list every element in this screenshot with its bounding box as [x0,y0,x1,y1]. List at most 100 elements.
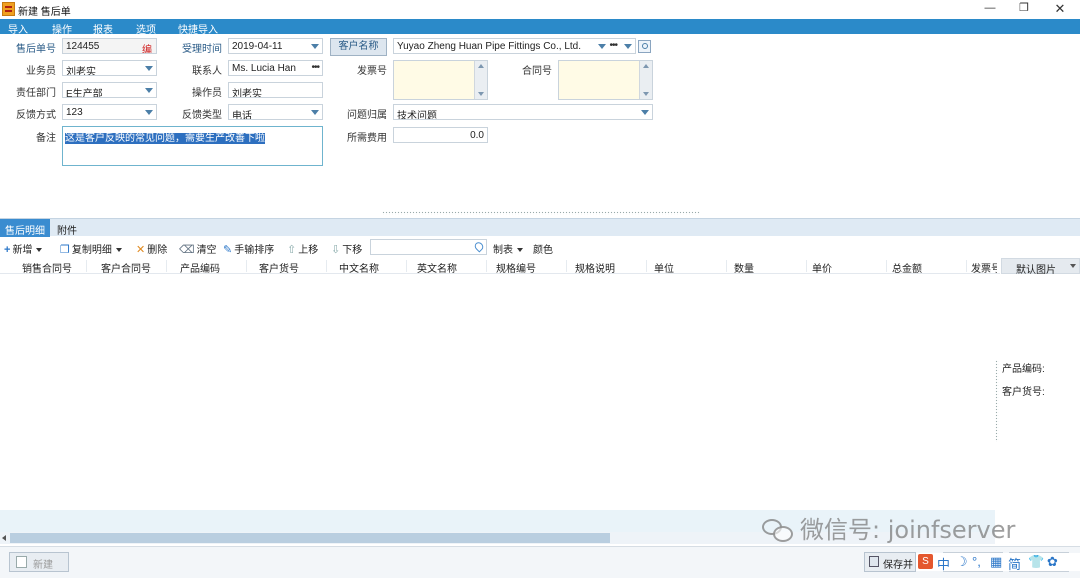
ime-chinese-mode[interactable]: 中 [937,554,950,573]
minimize-button[interactable]: — [980,1,1000,17]
new-button[interactable]: 新建 [9,552,69,572]
contact-label: 联系人 [192,66,222,77]
close-button[interactable]: ✕ [1050,1,1070,17]
chevron-down-icon[interactable] [145,110,153,115]
column-divider[interactable] [326,260,327,272]
move-down-button[interactable]: ⇩ 下移 [331,241,362,256]
delete-label: 删除 [147,245,168,256]
splitter-handle[interactable] [382,211,700,215]
issue-category-field[interactable]: 技术问题 [393,104,653,120]
feedback-type-field[interactable]: 电话 [228,104,323,120]
column-header[interactable]: 英文名称 [417,260,457,275]
column-divider[interactable] [486,260,487,272]
dept-field[interactable]: E生产部 [62,82,157,98]
chevron-down-icon[interactable] [311,44,319,49]
column-divider[interactable] [806,260,807,272]
column-divider[interactable] [86,260,87,272]
column-header[interactable]: 规格说明 [575,260,615,275]
column-header[interactable]: 中文名称 [339,260,379,275]
window-title: 新建 售后单 [18,7,71,18]
more-icon[interactable]: ••• [311,62,319,73]
color-button[interactable]: 颜色 [533,241,553,256]
column-divider[interactable] [646,260,647,272]
chevron-down-icon[interactable] [517,248,523,253]
ime-simplified-mode[interactable]: 简 [1008,554,1021,573]
copy-detail-button[interactable]: ❐ 复制明细 [60,241,122,256]
contract-no-field[interactable] [558,60,653,100]
cost-field[interactable]: 0.0 [393,127,488,143]
keyboard-icon[interactable]: ▦ [990,554,1002,570]
edit-order-no-button[interactable]: 编 [142,41,152,53]
accept-time-field[interactable]: 2019-04-11 [228,38,323,54]
remark-textarea[interactable]: 这是客户反映的常见问题，需要生产改善下啦 [62,126,323,166]
ime-toolbar[interactable]: S 中 ☽ °, ▦ 简 👕 ✿ [916,553,1080,573]
chevron-down-icon[interactable] [36,248,43,253]
column-divider[interactable] [966,260,967,272]
order-no-label: 售后单号 [16,44,56,55]
salesman-field[interactable]: 刘老实 [62,60,157,76]
cost-label: 所需费用 [347,133,387,144]
detail-toolbar: + 新增 ❐ 复制明细 ✕ 删除 ⌫ 清空 ✎ 手输排序 ⇧ 上移 ⇩ 下移 制表 颜色 [0,237,1080,257]
chevron-down-icon[interactable] [598,44,606,49]
save-button[interactable]: 保存并 [864,552,916,572]
settings-icon[interactable]: ✿ [1047,554,1058,570]
clear-button[interactable]: ⌫ 清空 [179,241,217,256]
column-header[interactable]: 产品编码 [180,260,220,275]
column-header[interactable]: 单位 [654,260,674,275]
customer-name-button[interactable]: 客户名称 [330,38,387,56]
chevron-down-icon[interactable] [311,110,319,115]
search-icon[interactable] [638,40,651,53]
contact-field[interactable]: Ms. Lucia Han ••• [228,60,323,76]
column-header[interactable]: 客户货号 [259,260,299,275]
customer-name-field[interactable]: Yuyao Zheng Huan Pipe Fittings Co., Ltd.… [393,38,636,54]
operator-field[interactable]: 刘老实 [228,82,323,98]
pane-splitter[interactable] [995,360,999,442]
chevron-down-icon[interactable] [624,44,632,49]
column-divider[interactable] [166,260,167,272]
detail-grid-body[interactable] [0,275,995,510]
chevron-down-icon[interactable] [145,66,153,71]
punctuation-icon[interactable]: °, [972,554,981,569]
ime-logo-icon[interactable]: S [918,554,933,569]
invoice-no-label: 发票号 [357,66,387,77]
detail-search-input[interactable] [370,239,487,255]
scrollbar[interactable] [474,61,487,99]
column-header[interactable]: 单价 [812,260,832,275]
column-divider[interactable] [726,260,727,272]
column-divider[interactable] [246,260,247,272]
chevron-left-icon[interactable] [2,535,6,541]
tabulate-button[interactable]: 制表 [493,241,523,256]
column-divider[interactable] [406,260,407,272]
scrollbar-thumb[interactable] [10,533,610,543]
add-button[interactable]: + 新增 [4,241,43,256]
accept-time-label: 受理时间 [182,44,222,55]
chevron-down-icon[interactable] [641,110,649,115]
column-header[interactable]: 客户合同号 [101,260,151,275]
default-image-header[interactable]: 默认图片 [1001,258,1080,276]
chevron-down-icon[interactable] [145,88,153,93]
column-divider[interactable] [886,260,887,272]
chevron-down-icon[interactable] [1070,264,1076,268]
column-divider[interactable] [566,260,567,272]
maximize-button[interactable]: ❐ [1014,1,1034,17]
more-icon[interactable]: ••• [609,40,617,51]
manual-sort-button[interactable]: ✎ 手输排序 [223,241,274,256]
skin-icon[interactable]: 👕 [1028,554,1044,570]
column-header[interactable]: 销售合同号 [22,260,72,275]
move-up-button[interactable]: ⇧ 上移 [287,241,318,256]
column-header[interactable]: 总金额 [892,260,922,275]
moon-icon[interactable]: ☽ [956,554,968,570]
invoice-no-field[interactable] [393,60,488,100]
chevron-down-icon[interactable] [115,248,122,253]
feedback-type-value: 电话 [232,111,252,120]
order-no-field[interactable]: 124455 编 [62,38,157,54]
feedback-method-field[interactable]: 123 [62,104,157,120]
scrollbar[interactable] [639,61,652,99]
column-header[interactable]: 规格编号 [496,260,536,275]
detail-grid-header: 销售合同号 客户合同号 产品编码 客户货号 中文名称 英文名称 规格编号 规格说… [0,258,1000,275]
column-header[interactable]: 发票号 [971,260,997,275]
column-header[interactable]: 数量 [734,260,754,275]
delete-button[interactable]: ✕ 删除 [136,241,167,256]
tab-aftersale-detail[interactable]: 售后明细 [0,219,50,237]
tab-attachment[interactable]: 附件 [52,219,82,237]
